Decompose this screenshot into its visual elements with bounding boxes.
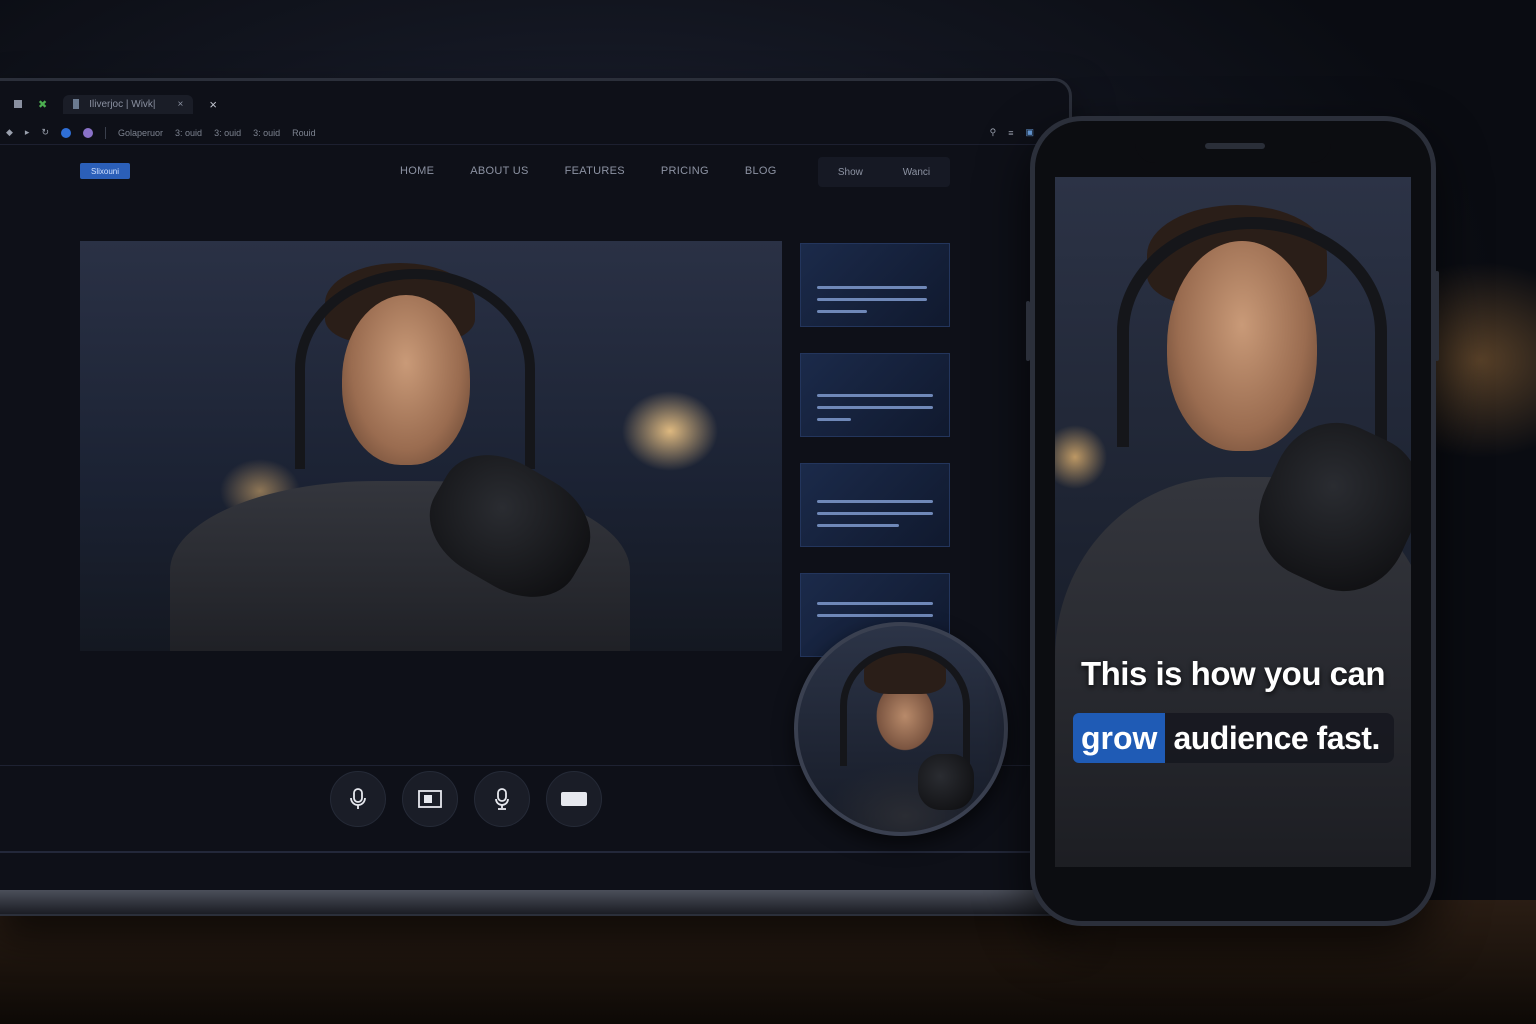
browser-tab[interactable]: Iliverjoc | Wivk| × bbox=[63, 94, 194, 114]
phone-speaker bbox=[1205, 143, 1265, 149]
watch-button[interactable]: Wanci bbox=[903, 167, 930, 178]
tab-title: Iliverjoc | Wivk| bbox=[89, 98, 156, 110]
browser-toolbar: ◆ ▸ ↻ Golaperuor 3: ouid 3: ouid 3: ouid… bbox=[0, 121, 1064, 145]
bookmark-item[interactable]: Golaperuor bbox=[118, 128, 163, 138]
pip-headphones-icon bbox=[840, 646, 970, 766]
back-icon[interactable]: ◆ bbox=[6, 127, 13, 138]
phone-headphones-icon bbox=[1117, 217, 1387, 447]
tab-close-icon[interactable]: × bbox=[178, 99, 184, 110]
microphone-icon bbox=[350, 788, 366, 809]
tab-favicon bbox=[73, 99, 80, 109]
caption-line-2: grow audience fast. bbox=[1073, 713, 1394, 763]
extension-icon[interactable]: ✖ bbox=[38, 98, 47, 111]
call-controls bbox=[330, 771, 602, 827]
nav-blog[interactable]: BLOG bbox=[745, 165, 777, 177]
show-button[interactable]: Show bbox=[838, 167, 863, 178]
nav-home[interactable]: HOME bbox=[400, 165, 434, 177]
thumbnail-3[interactable] bbox=[800, 463, 950, 547]
nav-about-us[interactable]: ABOUT US bbox=[470, 165, 528, 177]
site-logo[interactable]: Slixouni bbox=[80, 163, 130, 179]
camera-button[interactable] bbox=[546, 771, 602, 827]
close-icon[interactable]: × bbox=[209, 97, 217, 112]
lock-icon[interactable]: ⚲ bbox=[990, 127, 997, 138]
site-nav: HOME ABOUT US FEATURES PRICING BLOG bbox=[400, 165, 813, 177]
share-icon[interactable]: ▣ bbox=[1025, 127, 1034, 138]
screen-share-button[interactable] bbox=[402, 771, 458, 827]
bookmark-item[interactable]: 3: ouid bbox=[214, 128, 241, 138]
screen-share-icon bbox=[418, 790, 442, 808]
camera-icon bbox=[561, 792, 587, 806]
profile-icon[interactable] bbox=[61, 127, 71, 138]
smartphone: This is how you can grow audience fast. bbox=[1026, 116, 1439, 926]
forward-icon[interactable]: ▸ bbox=[25, 127, 30, 138]
window-icon[interactable] bbox=[14, 100, 22, 108]
caption-rest: audience fast. bbox=[1173, 719, 1380, 756]
phone-video-screen[interactable]: This is how you can grow audience fast. bbox=[1055, 177, 1411, 867]
pip-microphone-prop bbox=[918, 754, 974, 810]
menu-icon[interactable]: ≡ bbox=[1008, 128, 1013, 138]
caption-line-1: This is how you can bbox=[1080, 655, 1386, 692]
laptop-bezel-line bbox=[0, 851, 1064, 853]
bookmark-item[interactable]: Rouid bbox=[292, 128, 316, 138]
bookmark-item[interactable]: 3: ouid bbox=[175, 128, 202, 138]
main-video-player[interactable] bbox=[80, 241, 782, 651]
microphone-alt-icon bbox=[495, 788, 509, 810]
thumbnail-1[interactable] bbox=[800, 243, 950, 327]
phone-power-button[interactable] bbox=[1026, 301, 1030, 361]
bookmark-divider bbox=[105, 126, 106, 139]
extension-icon-purple[interactable] bbox=[83, 127, 93, 138]
nav-features[interactable]: FEATURES bbox=[565, 165, 625, 177]
headphones-icon bbox=[295, 269, 535, 469]
site-header: Slixouni HOME ABOUT US FEATURES PRICING … bbox=[0, 151, 1064, 193]
nav-pricing[interactable]: PRICING bbox=[661, 165, 709, 177]
bookmark-item[interactable]: 3: ouid bbox=[253, 128, 280, 138]
browser-tabbar: ✖ Iliverjoc | Wivk| × × bbox=[0, 91, 1064, 117]
header-actions: Show Wanci bbox=[818, 157, 950, 187]
audio-button[interactable] bbox=[474, 771, 530, 827]
picture-in-picture-avatar[interactable] bbox=[794, 622, 1008, 836]
phone-volume-button[interactable] bbox=[1435, 271, 1439, 361]
microphone-button[interactable] bbox=[330, 771, 386, 827]
thumbnail-2[interactable] bbox=[800, 353, 950, 437]
reload-icon[interactable]: ↻ bbox=[41, 127, 49, 138]
laptop-base bbox=[0, 890, 1080, 914]
caption-highlight-word: grow bbox=[1073, 713, 1166, 763]
